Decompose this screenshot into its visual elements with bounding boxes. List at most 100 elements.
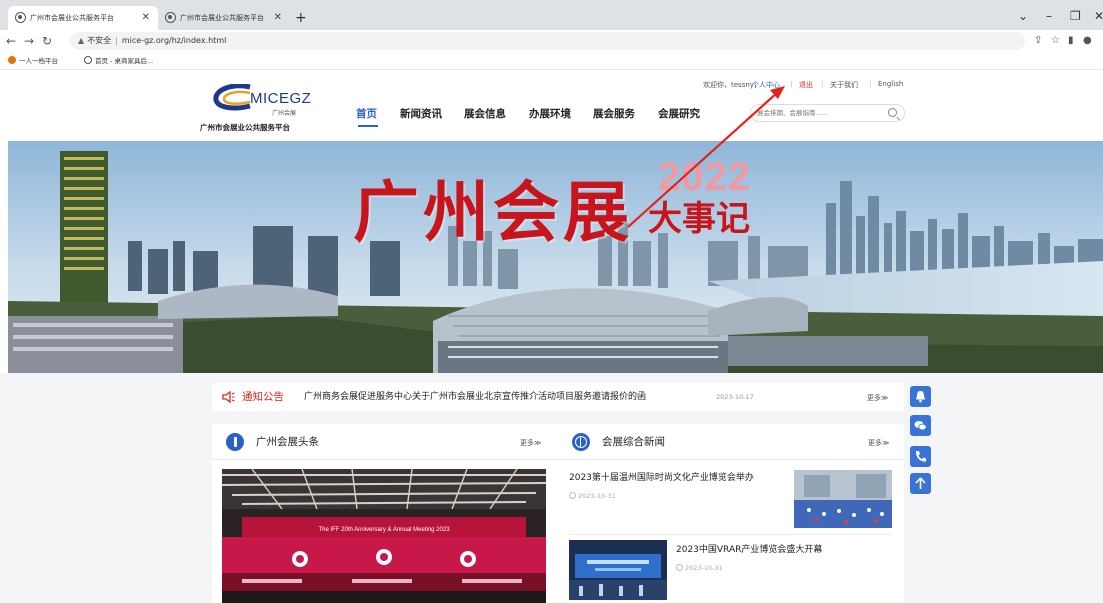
nav-news[interactable]: 新闻资讯 xyxy=(400,106,442,121)
back-icon[interactable]: ← xyxy=(6,33,16,49)
browser-tab-title: 广州市会展业公共服务平台 xyxy=(30,14,114,22)
wechat-icon[interactable] xyxy=(910,415,931,436)
personal-center-link[interactable]: 个人中心 xyxy=(752,80,780,90)
site-name: 广州市会展业公共服务平台 xyxy=(200,123,290,132)
news-title: 会展综合新闻 xyxy=(602,436,665,448)
news-header: 会展综合新闻 更多≫ xyxy=(558,424,904,460)
logo-wordmark: MICEGZ xyxy=(250,90,311,107)
search-box xyxy=(750,104,905,122)
restore-icon[interactable]: ❐ xyxy=(1070,4,1081,28)
notice-bar: 通知公告 广州商务会展促进服务中心关于广州市会展业北京宣传推介活动项目服务邀请报… xyxy=(212,383,904,411)
address-bar: ← → ↻ ▲ 不安全 | mice-gz.org/hz/index.html ⇪ ☆… xyxy=(0,30,1103,52)
logo-wordmark-prefix: MICE xyxy=(250,90,290,107)
sidebar-icon[interactable]: ▮ xyxy=(1068,33,1074,49)
exhibition-photo xyxy=(794,470,892,528)
share-icon[interactable]: ⇪ xyxy=(1034,33,1042,49)
globe-icon xyxy=(165,12,176,23)
search-input[interactable] xyxy=(757,107,877,119)
logo-subtitle: 广州会展 xyxy=(272,110,297,117)
news-thumbnail[interactable] xyxy=(794,470,892,528)
bell-icon[interactable] xyxy=(910,386,931,407)
globe-icon xyxy=(15,12,26,23)
clock-icon xyxy=(676,564,683,571)
english-link[interactable]: English xyxy=(878,80,903,88)
site-logo[interactable]: MICEGZ 广州会展 广州市会展业公共服务平台 xyxy=(200,80,320,136)
notice-date: 2023-10-17 xyxy=(716,393,754,401)
url-field[interactable]: ▲ 不安全 | mice-gz.org/hz/index.html xyxy=(70,32,1025,50)
nav-active-indicator xyxy=(358,125,378,127)
reload-icon[interactable]: ↻ xyxy=(42,33,52,49)
news-item-date: 2023-10-31 xyxy=(676,564,723,572)
logo-wordmark-suffix: GZ xyxy=(289,90,312,107)
banner-title: 广州会展 xyxy=(353,173,633,251)
link-separator: | xyxy=(869,80,872,88)
browser-tab-title: 广州市会展业公共服务平台 xyxy=(180,14,264,22)
logout-link[interactable]: 退出 xyxy=(799,80,813,90)
browser-tab-bar: 广州市会展业公共服务平台 ✕ 广州市会展业公共服务平台 ✕ + ⌄ – ❐ ✕ xyxy=(0,0,1103,30)
close-window-icon[interactable]: ✕ xyxy=(1094,4,1103,28)
notice-label: 通知公告 xyxy=(242,391,284,403)
hero-banner[interactable]: 广州会展 2022 大事记 xyxy=(8,141,1103,373)
new-tab-button[interactable]: + xyxy=(295,6,307,30)
bookmarks-bar: 一人一档平台 首页 - 桌商家具后... xyxy=(0,52,1103,70)
bookmark-item[interactable]: 一人一档平台 xyxy=(8,52,58,70)
nav-environment[interactable]: 办展环境 xyxy=(529,106,571,121)
banner-subtitle: 大事记 xyxy=(648,199,750,239)
close-icon[interactable]: ✕ xyxy=(142,6,150,30)
news-thumbnail[interactable] xyxy=(569,540,667,600)
notice-more-link[interactable]: 更多≫ xyxy=(867,393,888,403)
notice-link[interactable]: 广州商务会展促进服务中心关于广州市会展业北京宣传推介活动项目服务邀请报价的函 xyxy=(304,383,646,411)
back-to-top-icon[interactable] xyxy=(910,473,931,494)
headlines-header: 广州会展头条 更多≫ xyxy=(212,424,558,460)
arrow-up-glyph xyxy=(915,477,926,489)
nav-home[interactable]: 首页 xyxy=(356,106,377,121)
site-header: MICEGZ 广州会展 广州市会展业公共服务平台 首页 新闻资讯 展会信息 办展… xyxy=(0,70,1103,141)
clock-icon xyxy=(569,492,576,499)
nav-services[interactable]: 展会服务 xyxy=(593,106,635,121)
url-separator: | xyxy=(115,36,118,45)
profile-icon[interactable]: ● xyxy=(1083,33,1092,49)
logo-swoosh-icon xyxy=(213,84,251,111)
browser-tab-1[interactable]: 广州市会展业公共服务平台 ✕ xyxy=(8,6,158,30)
minimize-icon[interactable]: – xyxy=(1046,4,1052,28)
browser-tab-2[interactable]: 广州市会展业公共服务平台 ✕ xyxy=(158,6,290,30)
news-divider xyxy=(569,534,892,535)
wechat-glyph xyxy=(914,421,927,431)
phone-glyph xyxy=(915,451,926,462)
info-icon xyxy=(226,433,244,451)
warning-icon: ▲ xyxy=(78,36,85,45)
news-item-date-text: 2023-10-31 xyxy=(578,492,616,500)
nav-exhibitions[interactable]: 展会信息 xyxy=(464,106,506,121)
link-separator: | xyxy=(821,80,824,88)
security-label: 不安全 xyxy=(87,36,112,45)
vrar-expo-photo xyxy=(569,540,667,600)
news-item-title[interactable]: 2023第十届温州国际时尚文化产业博览会举办 xyxy=(569,470,754,483)
bookmark-label: 一人一档平台 xyxy=(19,57,58,65)
bookmark-icon xyxy=(8,56,16,64)
url-text: mice-gz.org/hz/index.html xyxy=(121,36,227,45)
conference-photo: The IFF 20th Anniversary & Annual Meetin… xyxy=(222,469,546,603)
news-item-title[interactable]: 2023中国VRAR产业博览会盛大开幕 xyxy=(676,542,822,555)
bookmark-item[interactable]: 首页 - 桌商家具后... xyxy=(84,52,153,70)
headlines-title: 广州会展头条 xyxy=(256,436,319,448)
headlines-more-link[interactable]: 更多≫ xyxy=(520,438,541,448)
chevron-down-icon[interactable]: ⌄ xyxy=(1018,4,1028,28)
bookmark-label: 首页 - 桌商家具后... xyxy=(95,57,154,65)
headline-image[interactable]: The IFF 20th Anniversary & Annual Meetin… xyxy=(222,469,546,603)
news-panel: 会展综合新闻 更多≫ 2023第十届温州国际时尚文化产业博览会举办 2023-1… xyxy=(558,424,904,603)
globe-icon xyxy=(84,56,92,64)
close-icon[interactable]: ✕ xyxy=(274,6,282,30)
photo-caption: The IFF 20th Anniversary & Annual Meetin… xyxy=(318,527,450,533)
news-more-link[interactable]: 更多≫ xyxy=(868,438,889,448)
link-separator: | xyxy=(790,80,793,88)
forward-icon[interactable]: → xyxy=(24,33,34,49)
search-icon[interactable] xyxy=(888,108,897,117)
star-icon[interactable]: ☆ xyxy=(1051,33,1060,49)
headlines-panel: 广州会展头条 更多≫ The IFF 20th Anniversary & An… xyxy=(212,424,558,603)
news-item-date-text: 2023-10-31 xyxy=(685,564,723,572)
about-link[interactable]: 关于我们 xyxy=(830,80,858,90)
phone-icon[interactable] xyxy=(910,446,931,467)
globe-icon xyxy=(572,433,590,451)
nav-research[interactable]: 会展研究 xyxy=(658,106,700,121)
news-item-date: 2023-10-31 xyxy=(569,492,616,500)
